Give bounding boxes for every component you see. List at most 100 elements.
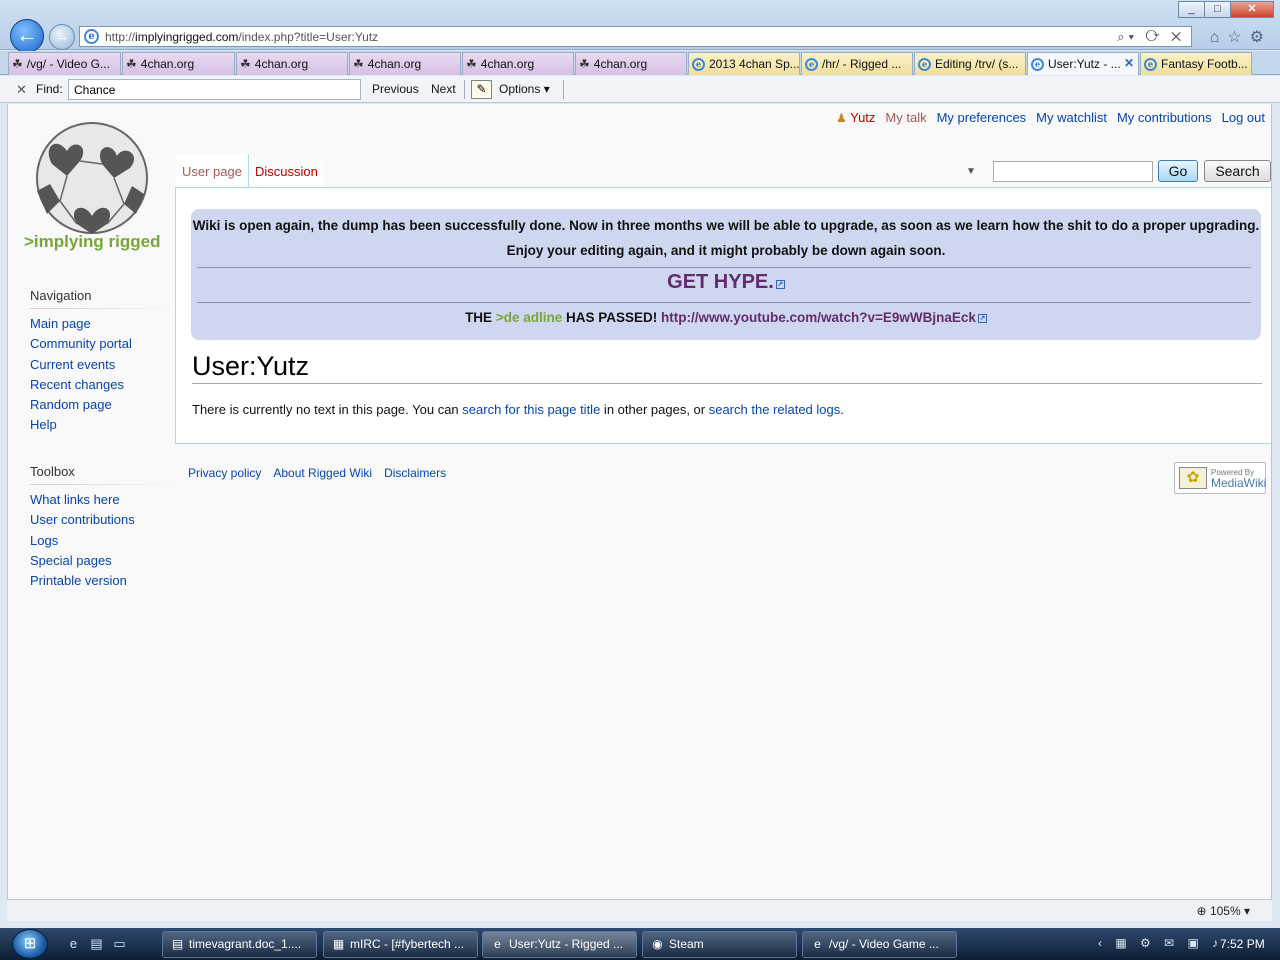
user-link[interactable]: Yutz xyxy=(850,110,875,125)
find-input[interactable] xyxy=(68,79,361,100)
tab-discussion[interactable]: Discussion xyxy=(247,154,324,187)
privacy-policy-link[interactable]: Privacy policy xyxy=(188,466,261,480)
tab-user-page[interactable]: User page xyxy=(176,154,248,187)
get-hype-link[interactable]: GET HYPE. ↗ xyxy=(191,271,1261,294)
tab-label: 4chan.org xyxy=(367,56,422,71)
user-menu[interactable]: ♟ Yutz xyxy=(836,110,875,125)
nav-random-page[interactable]: Random page xyxy=(30,397,112,412)
browser-tab[interactable]: ☘ 4chan.org xyxy=(575,52,687,75)
explorer-quicklaunch-icon[interactable]: ▤ xyxy=(88,936,105,952)
system-tray-icons[interactable]: ‹ ▦ ⚙ ✉ ▣ ♪ xyxy=(1098,936,1223,950)
steam-icon: ◉ xyxy=(652,937,663,951)
browser-tab[interactable]: ☘ 4chan.org xyxy=(122,52,235,75)
browser-tab[interactable]: e Fantasy Footb... xyxy=(1140,52,1252,75)
actions-dropdown-icon[interactable]: ▼ xyxy=(966,166,976,177)
browser-tab[interactable]: ☘ 4chan.org xyxy=(236,52,348,75)
show-desktop-icon[interactable]: ▭ xyxy=(111,936,128,952)
notice-line-1: Wiki is open again, the dump has been su… xyxy=(192,218,1260,233)
search-button[interactable]: Search xyxy=(1204,160,1271,182)
address-bar[interactable]: e http://implyingrigged.com/index.php?ti… xyxy=(79,26,1192,47)
toolbox-heading: Toolbox xyxy=(30,464,75,479)
taskbar-item-label: User:Yutz - Rigged ... xyxy=(509,937,624,951)
content-area: Wiki is open again, the dump has been su… xyxy=(175,187,1271,444)
divider xyxy=(464,80,465,99)
my-preferences-link[interactable]: My preferences xyxy=(937,110,1027,125)
my-talk-link[interactable]: My talk xyxy=(885,110,926,125)
browser-tab[interactable]: e User:Yutz - ... ✕ xyxy=(1027,52,1139,75)
close-window-button[interactable]: ✕ xyxy=(1230,1,1274,18)
taskbar-item[interactable]: ▦ mIRC - [#fybertech ... xyxy=(323,931,478,958)
disclaimers-link[interactable]: Disclaimers xyxy=(384,466,446,480)
clover-tab-icon: ☘ xyxy=(240,56,251,71)
taskbar-item-label: Steam xyxy=(669,937,704,951)
back-button[interactable]: ← xyxy=(10,19,44,53)
tool-printable-version[interactable]: Printable version xyxy=(30,573,127,588)
site-tagline: >implying rigged xyxy=(24,232,161,251)
tool-user-contributions[interactable]: User contributions xyxy=(30,512,135,527)
ie-quicklaunch-icon[interactable]: e xyxy=(65,936,82,952)
address-tools[interactable]: ⌕▾ ⟳ ✕ xyxy=(1117,29,1185,45)
find-bar: ✕ Find: Previous Next ✎ Options ▾ xyxy=(0,76,1280,103)
tab-label: 4chan.org xyxy=(480,56,535,71)
clover-tab-icon: ☘ xyxy=(126,56,137,71)
footer-links: Privacy policy About Rigged Wiki Disclai… xyxy=(188,466,446,480)
my-contributions-link[interactable]: My contributions xyxy=(1117,110,1212,125)
taskbar-item[interactable]: e/vg/ - Video Game ... xyxy=(802,931,957,958)
minimize-button[interactable]: _ xyxy=(1178,1,1205,18)
divider xyxy=(197,302,1251,303)
go-button[interactable]: Go xyxy=(1158,160,1198,182)
clover-tab-icon: ☘ xyxy=(579,56,590,71)
logout-link[interactable]: Log out xyxy=(1222,110,1265,125)
powered-by-mediawiki-badge[interactable]: ✿ Powered By MediaWiki xyxy=(1174,462,1266,494)
nav-help[interactable]: Help xyxy=(30,417,57,432)
my-watchlist-link[interactable]: My watchlist xyxy=(1036,110,1107,125)
page-tabs: User page Discussion xyxy=(176,154,324,187)
browser-tab[interactable]: e Editing /trv/ (s... xyxy=(914,52,1026,75)
zoom-control[interactable]: ⊕ 105% ▾ xyxy=(1197,904,1250,918)
tool-special-pages[interactable]: Special pages xyxy=(30,553,112,568)
nav-community-portal[interactable]: Community portal xyxy=(30,336,132,351)
nav-main-page[interactable]: Main page xyxy=(30,316,91,331)
nav-current-events[interactable]: Current events xyxy=(30,357,115,372)
browser-tab[interactable]: e/hr/ - Rigged ... xyxy=(801,52,913,75)
youtube-link[interactable]: http://www.youtube.com/watch?v=E9wWBjnaE… xyxy=(661,310,976,325)
page-body-text: There is currently no text in this page.… xyxy=(192,402,844,417)
mediawiki-text: MediaWiki xyxy=(1211,476,1267,490)
close-tab-icon[interactable]: ✕ xyxy=(1124,53,1134,74)
browser-tools[interactable]: ⌂☆⚙ xyxy=(1210,27,1272,47)
browser-tab[interactable]: ☘ 4chan.org xyxy=(349,52,461,75)
tab-label: Fantasy Footb... xyxy=(1161,56,1248,71)
taskbar-item-label: /vg/ - Video Game ... xyxy=(829,937,939,951)
start-button[interactable]: ⊞ xyxy=(12,929,48,959)
browser-titlebar: _ □ ✕ ← → e http://implyingrigged.com/in… xyxy=(0,0,1280,53)
maximize-button[interactable]: □ xyxy=(1204,1,1231,18)
browser-tab[interactable]: ☘/vg/ - Video G... xyxy=(8,52,121,75)
browser-tab[interactable]: e 2013 4chan Sp... xyxy=(688,52,800,75)
tool-what-links-here[interactable]: What links here xyxy=(30,492,120,507)
search-related-logs-link[interactable]: search the related logs xyxy=(709,402,841,417)
nav-recent-changes[interactable]: Recent changes xyxy=(30,377,124,392)
forward-button[interactable]: → xyxy=(49,24,75,50)
find-options-button[interactable]: Options ▾ xyxy=(499,82,550,96)
pencil-icon[interactable]: ✎ xyxy=(471,80,492,99)
tool-logs[interactable]: Logs xyxy=(30,533,58,548)
clock[interactable]: 7:52 PM xyxy=(1220,937,1265,951)
clover-tab-icon: ☘ xyxy=(466,56,477,71)
tab-label: Editing /trv/ (s... xyxy=(935,56,1019,71)
ie-tab-icon: e xyxy=(1144,57,1157,71)
taskbar-item[interactable]: ◉ Steam xyxy=(642,931,797,958)
mirc-icon: ▦ xyxy=(332,937,345,951)
search-page-title-link[interactable]: search for this page title xyxy=(462,402,600,417)
search-input[interactable] xyxy=(993,161,1153,182)
personal-tools: ♟ Yutz My talk My preferences My watchli… xyxy=(836,110,1265,125)
find-previous-button[interactable]: Previous xyxy=(372,82,419,96)
taskbar-item[interactable]: ▤ timevagrant.doc_1.... xyxy=(162,931,317,958)
browser-tab[interactable]: ☘ 4chan.org xyxy=(462,52,574,75)
about-link[interactable]: About Rigged Wiki xyxy=(273,466,372,480)
taskbar-item[interactable]: e User:Yutz - Rigged ... xyxy=(482,931,637,958)
divider xyxy=(563,80,564,99)
url-text[interactable]: http://implyingrigged.com/index.php?titl… xyxy=(105,30,378,44)
user-icon: ♟ xyxy=(835,111,847,125)
close-find-icon[interactable]: ✕ xyxy=(16,82,27,98)
find-next-button[interactable]: Next xyxy=(431,82,456,96)
